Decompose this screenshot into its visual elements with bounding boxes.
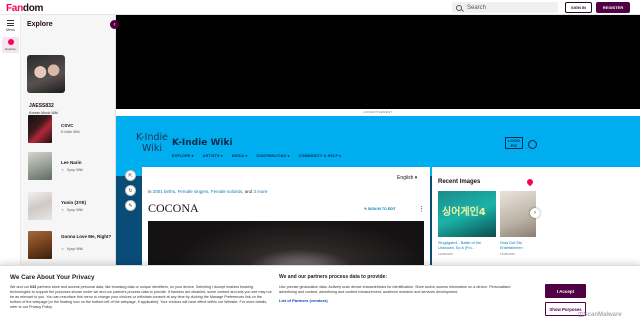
explore-card-title[interactable]: Gonna Love Me, Right? bbox=[61, 234, 113, 240]
explore-card-wiki: K-Indie Wiki bbox=[61, 130, 80, 134]
recent-image-thumbnail[interactable]: 싱어게인4 bbox=[438, 191, 496, 237]
explore-icon bbox=[7, 39, 14, 45]
wiki-nav-explore[interactable]: EXPLORE bbox=[172, 154, 194, 158]
cookie-consent-banner: We Care About Your Privacy We and our 63… bbox=[0, 265, 640, 331]
consent-title: We Care About Your Privacy bbox=[10, 274, 95, 281]
wiki-nav-contributing[interactable]: CONTRIBUTING bbox=[256, 154, 289, 158]
explore-card-wiki-name: Kpop Wiki bbox=[67, 208, 83, 212]
explore-nav-label: Explore bbox=[5, 47, 16, 51]
advertisement-label: ADVERTISEMENT bbox=[116, 109, 640, 116]
wordmark-line-2: Wiki bbox=[142, 143, 162, 154]
wiki-name[interactable]: K-Indie Wiki bbox=[172, 138, 233, 148]
consent-left-section: We Care About Your Privacy We and our 63… bbox=[10, 274, 272, 310]
advertisement-slot[interactable] bbox=[116, 15, 640, 109]
wiki-nav: EXPLORE ARTISTS MEDIA CONTRIBUTING COMMU… bbox=[172, 154, 341, 158]
explore-card-wiki-name: Kpop Wiki bbox=[67, 247, 83, 251]
wiki-discussion-icon[interactable] bbox=[528, 140, 537, 149]
chevron-down-icon: ▾ bbox=[414, 175, 418, 181]
sign-in-button[interactable]: SIGN IN bbox=[565, 2, 592, 13]
search-bar[interactable]: Search bbox=[452, 2, 558, 13]
page-title: COCONA bbox=[148, 201, 199, 215]
more-categories-link[interactable]: 3 more bbox=[253, 189, 267, 194]
sign-in-to-edit-button[interactable]: ✎ SIGN IN TO EDIT bbox=[364, 207, 396, 211]
explore-card-wiki: ★ Kpop Wiki bbox=[61, 168, 83, 172]
fire-icon bbox=[525, 177, 535, 187]
menu-label: Menu bbox=[6, 28, 15, 32]
more-options-icon[interactable]: ⋮ bbox=[418, 205, 425, 213]
star-icon: ★ bbox=[61, 168, 65, 172]
explore-card-wiki-name: Kpop Wiki bbox=[67, 168, 83, 172]
menu-button[interactable]: Menu bbox=[4, 20, 17, 32]
explore-card-image[interactable] bbox=[28, 192, 52, 220]
watermark-text: ScanMalware bbox=[583, 312, 622, 318]
purposes-title: We and our partners process data to prov… bbox=[279, 274, 387, 280]
recent-image-caption[interactable]: Gray Dot Stu Entertainmen bbox=[500, 241, 536, 250]
language-label: English bbox=[397, 175, 414, 181]
explore-card-wiki: ★ Kpop Wiki bbox=[61, 247, 83, 251]
consent-text: We and our 633 partners store and access… bbox=[10, 285, 272, 310]
categories-prefix: in bbox=[148, 189, 152, 194]
featured-name[interactable]: JAESS832 bbox=[29, 103, 54, 109]
thumbnail-text: 싱어게인4 bbox=[442, 207, 486, 218]
chevron-left-icon: ‹ bbox=[113, 21, 116, 28]
recent-image-date: 11/26/2025 bbox=[500, 252, 515, 256]
explore-card-title[interactable]: Lee Narin bbox=[61, 160, 113, 166]
accept-button[interactable]: I Accept bbox=[545, 284, 586, 298]
explore-card-title[interactable]: CSVC bbox=[61, 123, 113, 129]
register-button[interactable]: REGISTER bbox=[596, 2, 630, 13]
consent-purposes-section: We and our partners process data to prov… bbox=[279, 274, 517, 303]
wiki-wordmark[interactable]: K-Indie Wiki bbox=[132, 132, 172, 154]
page-tools: ⇱ ↻ ✎ bbox=[125, 170, 139, 215]
star-icon: ★ bbox=[61, 208, 65, 212]
recent-images-title: Recent Images bbox=[438, 179, 481, 185]
edit-icon[interactable]: ✎ bbox=[125, 200, 136, 211]
featured-image[interactable] bbox=[27, 55, 65, 93]
wiki-badge-icon[interactable]: LOGO PIC bbox=[505, 137, 523, 149]
consent-text-start: We and our bbox=[10, 285, 31, 289]
category-link[interactable]: Female soloists bbox=[211, 189, 242, 194]
fandom-logo[interactable]: Fandom bbox=[6, 3, 43, 14]
global-top-bar: Fandom Search SIGN IN REGISTER bbox=[0, 0, 640, 15]
wiki-nav-artists[interactable]: ARTISTS bbox=[203, 154, 223, 158]
edit-label: SIGN IN TO EDIT bbox=[367, 207, 396, 211]
explore-card-wiki: ★ Kpop Wiki bbox=[61, 208, 83, 212]
search-placeholder: Search bbox=[467, 4, 487, 11]
wiki-nav-media[interactable]: MEDIA bbox=[232, 154, 248, 158]
category-list: in 2001 births, Female singers, Female s… bbox=[148, 189, 268, 194]
explore-card-image[interactable] bbox=[28, 115, 52, 143]
recent-image-caption[interactable]: SingAgain4 - Battle of the Unknown, Ep.6… bbox=[438, 241, 496, 250]
category-link[interactable]: 2001 births bbox=[153, 189, 175, 194]
explore-card-wiki-name: K-Indie Wiki bbox=[61, 130, 80, 134]
explore-title: Explore bbox=[27, 21, 53, 28]
explore-nav-button[interactable]: Explore bbox=[2, 37, 19, 53]
wordmark-line-1: K-Indie bbox=[136, 132, 168, 143]
logo-text-dom: dom bbox=[22, 3, 44, 14]
chevron-right-icon[interactable]: › bbox=[530, 208, 540, 218]
hamburger-icon bbox=[7, 20, 14, 26]
collapse-panel-button[interactable]: ‹ bbox=[110, 20, 119, 29]
language-selector[interactable]: English ▾ bbox=[397, 175, 417, 181]
explore-card-image[interactable] bbox=[28, 231, 52, 259]
watermark: ◫ScanMalware bbox=[578, 311, 622, 318]
pencil-icon: ✎ bbox=[364, 207, 367, 211]
partners-list-link[interactable]: List of Partners (vendors) bbox=[279, 298, 517, 303]
explore-card-title[interactable]: Yunin (3YE) bbox=[61, 200, 113, 206]
recent-image-date: 11/26/2025 bbox=[438, 252, 453, 256]
purposes-text: Use precise geolocation data. Actively s… bbox=[279, 285, 511, 295]
expand-icon[interactable]: ⇱ bbox=[125, 170, 136, 181]
search-icon bbox=[456, 4, 462, 11]
wiki-nav-community[interactable]: COMMUNITY & HELP bbox=[299, 154, 342, 158]
consent-text-rest: partners store and access personal data,… bbox=[10, 285, 272, 310]
logo-text-fan: Fan bbox=[6, 3, 23, 14]
history-icon[interactable]: ↻ bbox=[125, 185, 136, 196]
category-link[interactable]: Female singers bbox=[178, 189, 209, 194]
explore-card-image[interactable] bbox=[28, 152, 52, 180]
star-icon: ★ bbox=[61, 247, 65, 251]
